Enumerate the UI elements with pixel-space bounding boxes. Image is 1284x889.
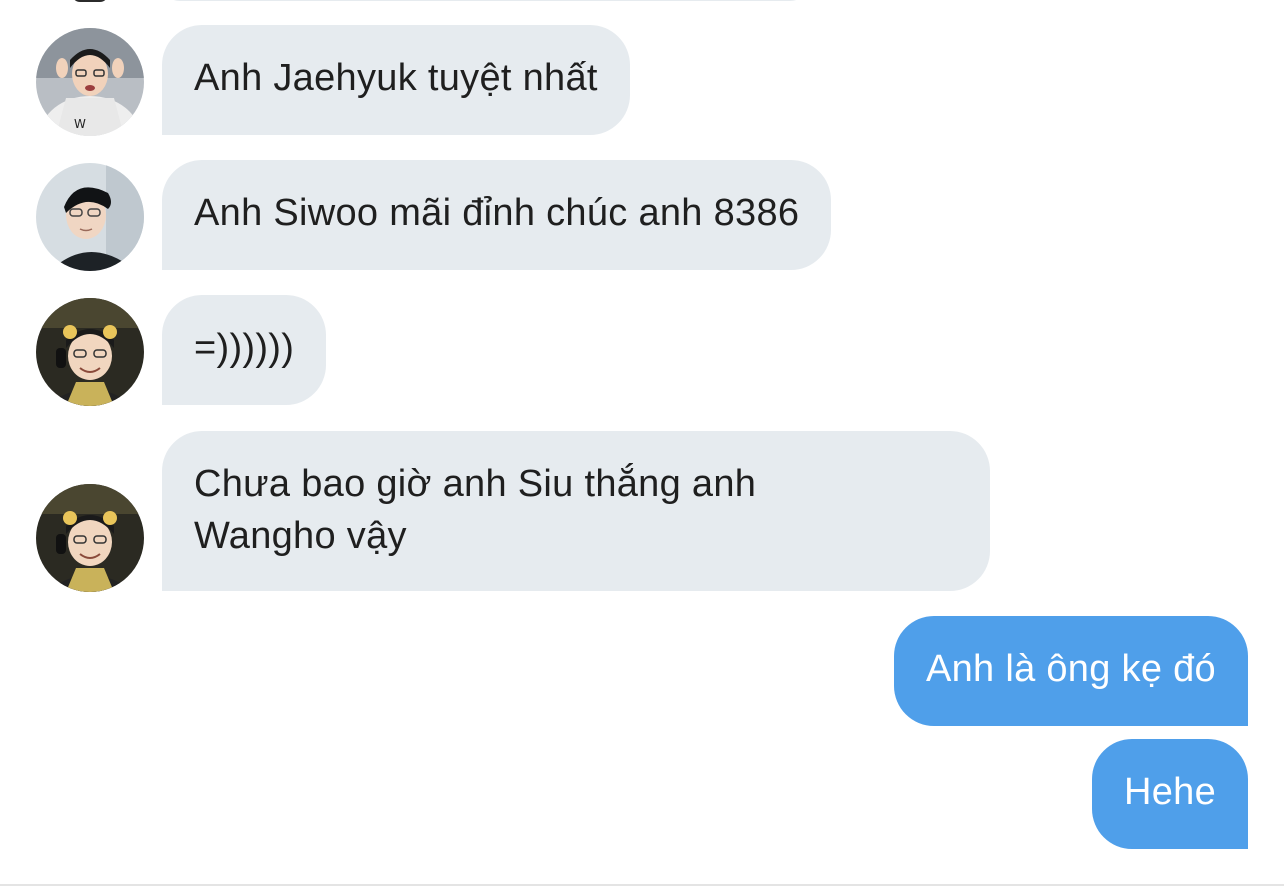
svg-text:W: W xyxy=(74,117,86,131)
avatar[interactable]: W xyxy=(36,28,144,136)
previous-avatar-partial xyxy=(72,0,108,2)
incoming-message-bubble[interactable]: =)))))) xyxy=(162,295,327,405)
avatar[interactable] xyxy=(36,163,144,271)
avatar[interactable] xyxy=(36,298,144,406)
message-text: =)))))) xyxy=(194,327,295,369)
outgoing-message-bubble[interactable]: Hehe xyxy=(1091,739,1248,849)
outgoing-message-bubble[interactable]: Anh là ông kẹ đó xyxy=(893,616,1248,726)
message-text: Hehe xyxy=(1123,771,1216,813)
message-text-line: Wangho vậy xyxy=(194,515,407,557)
message-text: Anh Jaehyuk tuyệt nhất xyxy=(194,57,598,99)
incoming-message-bubble[interactable]: Chưa bao giờ anh Siu thắng anh Wangho vậ… xyxy=(162,431,990,591)
avatar[interactable] xyxy=(36,484,144,592)
message-text: Anh là ông kẹ đó xyxy=(925,648,1216,690)
incoming-message-bubble[interactable]: Anh Jaehyuk tuyệt nhất xyxy=(162,25,630,135)
message-text-line: Chưa bao giờ anh Siu thắng anh xyxy=(194,463,757,505)
message-text: Anh Siwoo mãi đỉnh chúc anh 8386 xyxy=(194,192,800,234)
incoming-message-bubble[interactable]: Anh Siwoo mãi đỉnh chúc anh 8386 xyxy=(162,160,832,270)
previous-message-bubble-partial xyxy=(160,0,810,1)
composer-divider xyxy=(0,884,1284,886)
